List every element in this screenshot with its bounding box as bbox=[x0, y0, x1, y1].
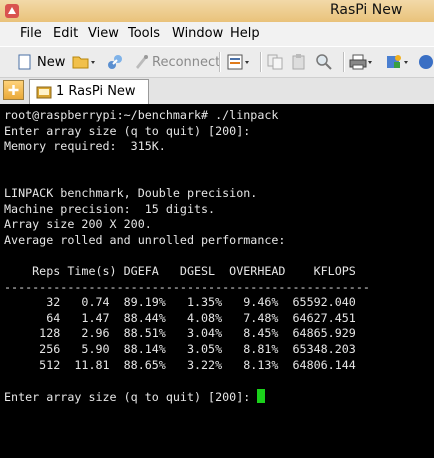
terminal-line: Average rolled and unrolled performance: bbox=[4, 232, 286, 247]
help-icon bbox=[418, 53, 434, 71]
terminal-output: root@raspberrypi:~/benchmark# ./linpack … bbox=[4, 108, 370, 405]
terminal-line: 256 5.90 88.14% 3.05% 8.81% 65348.203 bbox=[4, 341, 356, 356]
menu-view[interactable]: View bbox=[88, 26, 119, 41]
transfer-button[interactable] bbox=[385, 51, 411, 73]
menu-bar: File Edit View Tools Window Help bbox=[0, 22, 434, 46]
toolbar-separator bbox=[260, 52, 262, 72]
find-icon bbox=[315, 53, 333, 71]
toolbar-separator bbox=[219, 52, 221, 72]
menu-edit[interactable]: Edit bbox=[53, 26, 78, 41]
transfer-icon bbox=[385, 53, 411, 71]
copy-button[interactable] bbox=[266, 51, 284, 73]
connect-button[interactable] bbox=[106, 51, 124, 73]
plus-icon bbox=[4, 84, 23, 103]
terminal-line: 32 0.74 89.19% 1.35% 9.46% 65592.040 bbox=[4, 295, 356, 310]
menu-tools[interactable]: Tools bbox=[128, 26, 160, 41]
toolbar-separator bbox=[343, 52, 345, 72]
toolbar: New Reconnect bbox=[0, 46, 434, 78]
terminal-area[interactable]: root@raspberrypi:~/benchmark# ./linpack … bbox=[0, 104, 434, 458]
reconnect-button[interactable]: Reconnect bbox=[133, 51, 220, 73]
app-icon[interactable] bbox=[4, 3, 20, 19]
menu-file[interactable]: File bbox=[20, 26, 42, 41]
print-button[interactable] bbox=[349, 51, 375, 73]
tab-label: 1 RasPi New bbox=[56, 84, 136, 99]
new-button-label: New bbox=[37, 54, 66, 70]
settings-button[interactable] bbox=[226, 51, 252, 73]
print-icon bbox=[349, 53, 375, 71]
reconnect-button-label: Reconnect bbox=[152, 54, 221, 70]
window-title: RasPi New bbox=[330, 2, 403, 18]
terminal-line: LINPACK benchmark, Double precision. bbox=[4, 185, 258, 200]
terminal-line: 128 2.96 88.51% 3.04% 8.45% 64865.929 bbox=[4, 326, 356, 341]
terminal-line: Machine precision: 15 digits. bbox=[4, 201, 216, 216]
settings-icon bbox=[226, 53, 252, 71]
terminal-line: Enter array size (q to quit) [200]: bbox=[4, 123, 251, 138]
open-folder-icon bbox=[72, 53, 96, 71]
terminal-line: 64 1.47 88.44% 4.08% 7.48% 64627.451 bbox=[4, 310, 356, 325]
terminal-line: Array size 200 X 200. bbox=[4, 217, 152, 232]
new-tab-button[interactable] bbox=[3, 80, 24, 100]
menu-help[interactable]: Help bbox=[230, 26, 260, 41]
copy-icon bbox=[266, 53, 284, 71]
find-button[interactable] bbox=[315, 51, 333, 73]
help-button[interactable] bbox=[418, 51, 434, 73]
tab-bar: 1 RasPi New bbox=[0, 78, 434, 104]
open-button[interactable] bbox=[72, 51, 96, 73]
terminal-line: Reps Time(s) DGEFA DGESL OVERHEAD KFLOPS bbox=[4, 263, 356, 278]
terminal-line: Memory required: 315K. bbox=[4, 139, 166, 154]
reconnect-icon bbox=[133, 53, 149, 71]
connect-icon bbox=[106, 53, 124, 71]
paste-button[interactable] bbox=[290, 51, 308, 73]
paste-icon bbox=[290, 53, 308, 71]
terminal-cursor bbox=[257, 388, 266, 403]
terminal-line: root@raspberrypi:~/benchmark# ./linpack bbox=[4, 108, 279, 122]
session-icon bbox=[36, 84, 52, 104]
terminal-line: Enter array size (q to quit) [200]: bbox=[4, 389, 258, 404]
terminal-line: ----------------------------------------… bbox=[4, 279, 370, 294]
menu-window[interactable]: Window bbox=[172, 26, 223, 41]
new-icon bbox=[16, 53, 34, 71]
new-button[interactable]: New bbox=[16, 51, 65, 73]
tab-raspi-new[interactable]: 1 RasPi New bbox=[29, 79, 149, 104]
title-bar: RasPi New bbox=[0, 0, 434, 22]
terminal-line: 512 11.81 88.65% 3.22% 8.13% 64806.144 bbox=[4, 357, 356, 372]
